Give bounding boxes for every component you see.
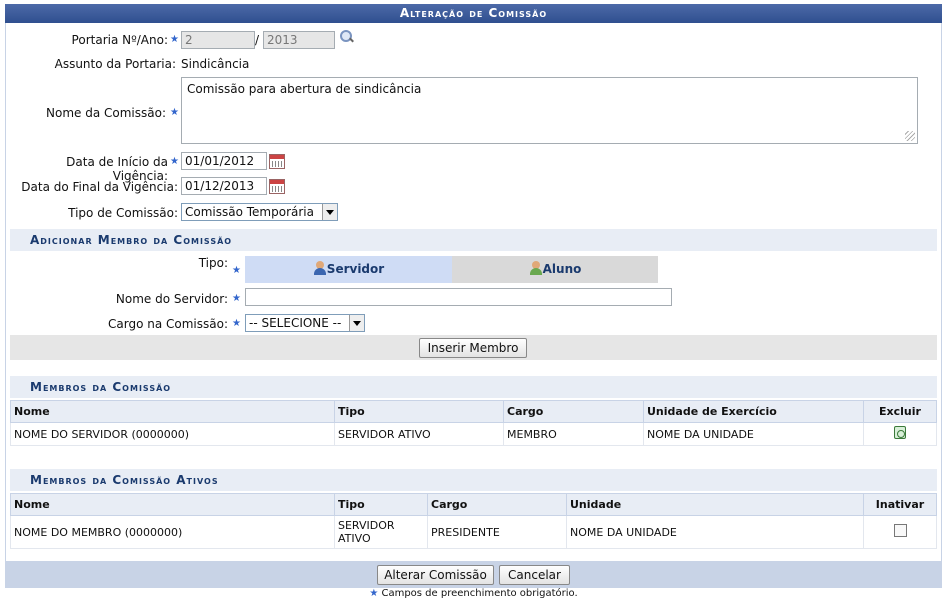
required-star-icon: ★ [170,34,179,45]
page-title: Alteração de Comissão [5,4,942,23]
tab-servidor[interactable]: Servidor [245,256,452,283]
portaria-separator: / [255,33,260,47]
inativar-checkbox[interactable] [893,524,907,537]
alterar-comissao-button[interactable]: Alterar Comissão [377,565,494,585]
assunto-label: Assunto da Portaria: [54,57,176,71]
insert-member-button[interactable]: Inserir Membro [419,338,527,358]
col-excluir: Excluir [863,400,937,423]
col-unidade: Unidade [566,493,864,516]
data-inicio-label: Data de Início da Vigência: [66,155,168,183]
aluno-icon [529,261,543,275]
nome-comissao-textarea[interactable]: Comissão para abertura de sindicância [181,77,918,144]
cell-cargo: PRESIDENTE [427,515,567,549]
required-note-text: Campos de preenchimento obrigatório. [381,588,578,599]
active-members-section-title: Membros da Comissão Ativos [10,469,937,491]
col-cargo: Cargo [503,400,644,423]
required-star-icon: ★ [232,293,241,304]
trash-icon[interactable] [894,426,906,439]
nome-servidor-label: Nome do Servidor: [115,292,228,306]
cargo-select[interactable]: -- SELECIONE -- [245,314,365,332]
members-table: Nome Tipo Cargo Unidade de Exercício Exc… [10,400,937,446]
tipo-comissao-value: Comissão Temporária [185,205,314,219]
chevron-down-icon [322,204,337,220]
required-note: ★ Campos de preenchimento obrigatório. [0,588,947,599]
required-star-icon: ★ [232,265,241,276]
nome-servidor-input[interactable] [245,288,672,306]
data-final-label: Data do Final da Vigência: [21,180,178,194]
resize-handle-icon[interactable] [905,131,915,141]
col-cargo: Cargo [427,493,567,516]
calendar-icon[interactable] [269,154,285,169]
cancelar-button[interactable]: Cancelar [499,565,570,585]
add-member-section-title: Adicionar Membro da Comissão [10,229,937,251]
cell-inativar [863,515,937,549]
tipo-comissao-select[interactable]: Comissão Temporária [181,203,338,221]
required-star-icon: ★ [369,588,379,599]
data-final-input[interactable]: 01/12/2013 [181,177,267,195]
cell-excluir [863,422,937,446]
col-unidade: Unidade de Exercício [643,400,864,423]
portaria-year-input[interactable]: 2013 [263,31,335,49]
active-members-table: Nome Tipo Cargo Unidade Inativar NOME DO… [10,493,937,549]
portaria-number-input[interactable]: 2 [181,31,255,49]
cell-nome: NOME DO SERVIDOR (0000000) [10,422,335,446]
nome-comissao-text: Comissão para abertura de sindicância [187,82,422,96]
col-tipo: Tipo [334,400,504,423]
cargo-value: -- SELECIONE -- [249,316,342,330]
servidor-icon [313,261,327,275]
col-tipo: Tipo [334,493,428,516]
cell-tipo: SERVIDOR ATIVO [334,515,428,549]
cell-unidade: NOME DA UNIDADE [643,422,864,446]
cell-tipo: SERVIDOR ATIVO [334,422,504,446]
data-inicio-input[interactable]: 01/01/2012 [181,152,267,170]
required-star-icon: ★ [170,156,179,167]
col-inativar: Inativar [863,493,937,516]
cargo-label: Cargo na Comissão: [108,317,228,331]
chevron-down-icon [349,315,364,331]
assunto-value: Sindicância [181,57,250,71]
tipo-comissao-label: Tipo de Comissão: [68,206,178,220]
table-row: NOME DO SERVIDOR (0000000) SERVIDOR ATIV… [10,422,937,446]
tab-servidor-label: Servidor [326,262,385,276]
col-nome: Nome [10,400,335,423]
cell-cargo: MEMBRO [503,422,644,446]
cell-tipo-line1: SERVIDOR [338,519,395,532]
required-star-icon: ★ [170,107,179,118]
tab-aluno-label: Aluno [542,262,582,276]
nome-comissao-label: Nome da Comissão: [46,106,166,120]
col-nome: Nome [10,493,335,516]
cell-nome: NOME DO MEMBRO (0000000) [10,515,335,549]
calendar-icon[interactable] [269,179,285,194]
tipo-membro-label: Tipo: [198,256,228,270]
portaria-label: Portaria Nº/Ano: [71,33,168,47]
tab-aluno[interactable]: Aluno [452,256,658,283]
cell-tipo-line2: ATIVO [338,532,371,545]
cell-unidade: NOME DA UNIDADE [566,515,864,549]
members-section-title: Membros da Comissão [10,376,937,398]
search-icon[interactable] [340,30,354,44]
table-row: NOME DO MEMBRO (0000000) SERVIDOR ATIVO P… [10,515,937,549]
required-star-icon: ★ [232,318,241,329]
